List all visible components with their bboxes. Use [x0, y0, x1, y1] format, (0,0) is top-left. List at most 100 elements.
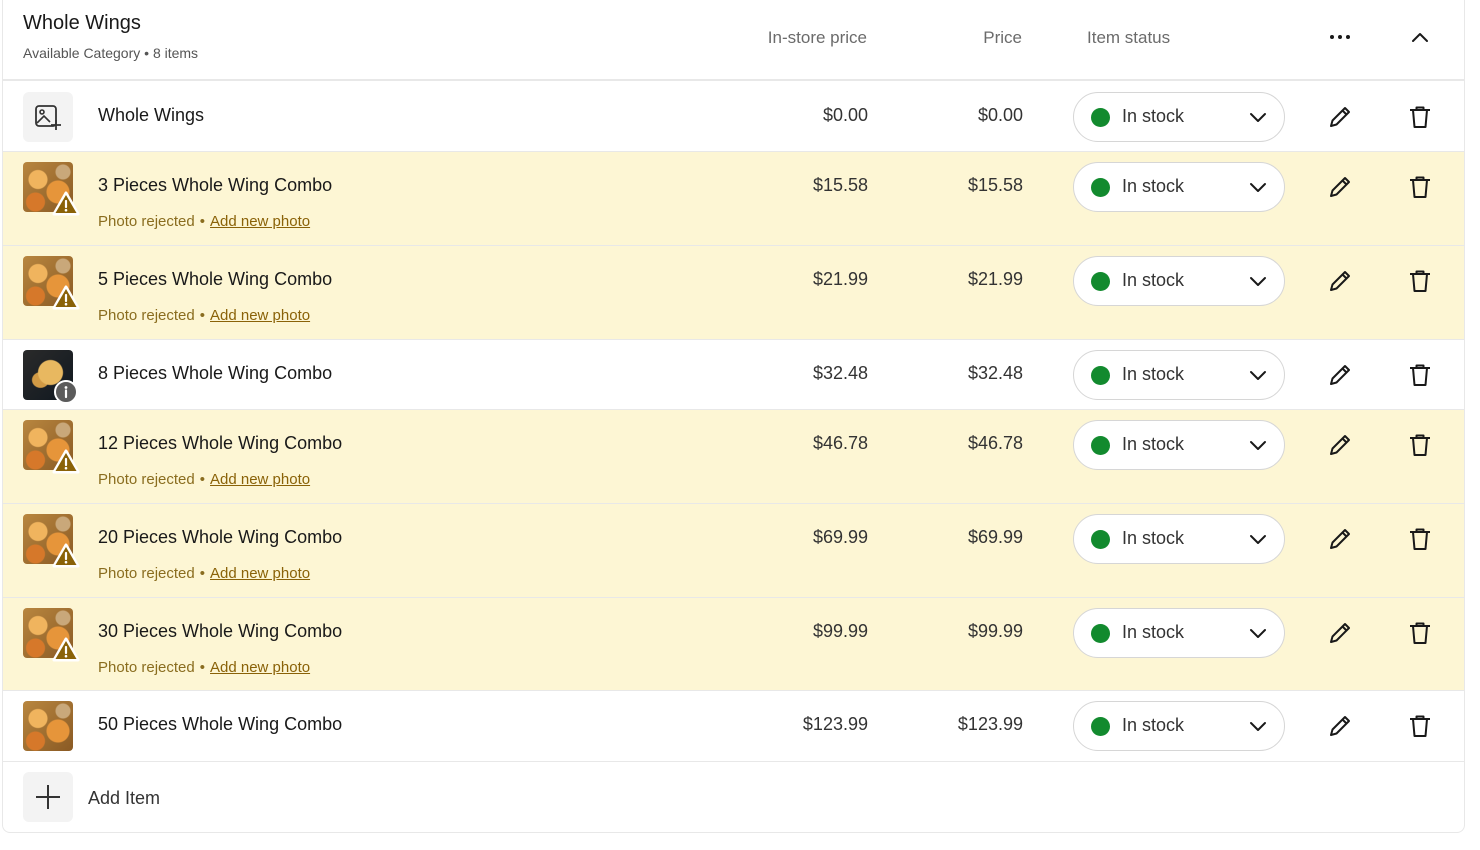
chevron-down-icon	[1250, 371, 1266, 380]
item-name: 8 Pieces Whole Wing Combo	[98, 363, 333, 383]
status-chevron	[1247, 364, 1269, 386]
category-title: Whole Wings	[23, 12, 141, 34]
item-name: 12 Pieces Whole Wing Combo	[98, 433, 343, 453]
item-status-dropdown[interactable]: In stock	[1073, 162, 1285, 212]
collapse-category-button[interactable]	[1408, 26, 1432, 50]
pencil-icon	[1330, 623, 1350, 643]
item-status-dropdown[interactable]: In stock	[1073, 420, 1285, 470]
chevron-down-icon	[1250, 722, 1266, 731]
edit-item-button[interactable]	[1327, 174, 1353, 200]
photo-status-badge[interactable]	[52, 449, 80, 475]
item-name: 5 Pieces Whole Wing Combo	[98, 269, 333, 289]
item-status-dropdown[interactable]: In stock	[1073, 608, 1285, 658]
item-thumbnail	[23, 701, 73, 751]
pencil-icon	[1330, 365, 1350, 385]
warning-icon	[52, 449, 80, 474]
edit-item-button[interactable]	[1327, 104, 1353, 130]
trash-icon	[1410, 176, 1430, 198]
add-new-photo-link[interactable]: Add new photo	[210, 565, 310, 582]
photo-status-badge[interactable]	[52, 379, 80, 405]
photo-status-badge[interactable]	[52, 543, 80, 569]
delete-item-button[interactable]	[1407, 362, 1433, 388]
item-name: 3 Pieces Whole Wing Combo	[98, 175, 333, 195]
delete-item-button[interactable]	[1407, 104, 1433, 130]
add-item-button[interactable]	[23, 772, 73, 822]
delete-item-button[interactable]	[1407, 620, 1433, 646]
edit-item-button[interactable]	[1327, 362, 1353, 388]
edit-item-button[interactable]	[1327, 620, 1353, 646]
price: $32.48	[967, 363, 1023, 383]
column-header-instore-price: In-store price	[767, 28, 867, 47]
separator: •	[199, 659, 205, 676]
item-status-value: In stock	[1122, 434, 1185, 454]
item-photo[interactable]	[23, 701, 73, 751]
item-status-value: In stock	[1122, 106, 1185, 126]
item-status-value: In stock	[1122, 176, 1185, 196]
item-thumbnail	[23, 514, 80, 568]
add-new-photo-link[interactable]: Add new photo	[210, 471, 310, 488]
item-thumbnail	[23, 256, 80, 310]
trash-icon	[1410, 106, 1430, 128]
add-photo-button[interactable]	[23, 92, 73, 142]
item-status-dropdown[interactable]: In stock	[1073, 256, 1285, 306]
add-new-photo-link[interactable]: Add new photo	[210, 659, 310, 676]
add-new-photo-link[interactable]: Add new photo	[210, 307, 310, 324]
pencil-icon	[1330, 716, 1350, 736]
edit-item-button[interactable]	[1327, 713, 1353, 739]
edit-item-button[interactable]	[1327, 432, 1353, 458]
item-status-dropdown[interactable]: In stock	[1073, 350, 1285, 400]
delete-item-button[interactable]	[1407, 713, 1433, 739]
delete-item-button[interactable]	[1407, 432, 1433, 458]
pencil-icon	[1330, 435, 1350, 455]
add-new-photo-link[interactable]: Add new photo	[210, 213, 310, 230]
trash-icon	[1410, 622, 1430, 644]
pencil-icon	[1330, 529, 1350, 549]
in-stock-indicator	[1091, 530, 1110, 549]
photo-status-badge[interactable]	[52, 285, 80, 311]
price: $99.99	[967, 621, 1023, 641]
status-chevron	[1247, 270, 1269, 292]
price: $21.99	[967, 269, 1023, 289]
pencil-icon	[1330, 177, 1350, 197]
item-status-dropdown[interactable]: In stock	[1073, 514, 1285, 564]
item-status-dropdown[interactable]: In stock	[1073, 92, 1285, 142]
photo-rejected-notice: Photo rejected • Add new photo	[98, 471, 310, 488]
chevron-down-icon	[1250, 441, 1266, 450]
more-options-button[interactable]	[1328, 27, 1352, 47]
photo-rejected-notice: Photo rejected • Add new photo	[98, 659, 310, 676]
price: $123.99	[957, 714, 1023, 734]
category-header: Whole Wings Available Category • 8 items…	[3, 0, 1464, 81]
separator: •	[199, 213, 205, 230]
delete-item-button[interactable]	[1407, 268, 1433, 294]
instore-price: $99.99	[812, 621, 868, 641]
item-thumbnail	[23, 162, 80, 216]
item-status-value: In stock	[1122, 528, 1185, 548]
add-item-row: Add Item	[3, 762, 1464, 832]
edit-item-button[interactable]	[1327, 268, 1353, 294]
photo-status-badge[interactable]	[52, 637, 80, 663]
edit-item-button[interactable]	[1327, 526, 1353, 552]
status-chevron	[1247, 715, 1269, 737]
item-thumbnail	[23, 420, 80, 474]
add-item-label[interactable]: Add Item	[88, 788, 160, 809]
status-chevron	[1247, 106, 1269, 128]
price: $46.78	[967, 433, 1023, 453]
item-row: 20 Pieces Whole Wing Combo Photo rejected…	[3, 504, 1464, 598]
item-status-dropdown[interactable]: In stock	[1073, 701, 1285, 751]
instore-price: $123.99	[802, 714, 868, 734]
in-stock-indicator	[1091, 436, 1110, 455]
delete-item-button[interactable]	[1407, 526, 1433, 552]
pencil-icon	[1330, 107, 1350, 127]
chevron-down-icon	[1250, 183, 1266, 192]
chevron-down-icon	[1250, 535, 1266, 544]
price: $69.99	[967, 527, 1023, 547]
status-chevron	[1247, 176, 1269, 198]
item-row: 12 Pieces Whole Wing Combo Photo rejected…	[3, 410, 1464, 504]
item-name: 30 Pieces Whole Wing Combo	[98, 621, 343, 641]
instore-price: $21.99	[812, 269, 868, 289]
price: $0.00	[977, 105, 1023, 125]
column-header-price: Price	[983, 28, 1022, 47]
photo-status-badge[interactable]	[52, 191, 80, 217]
delete-item-button[interactable]	[1407, 174, 1433, 200]
item-row: 50 Pieces Whole Wing Combo $123.99 $123.99…	[3, 691, 1464, 762]
